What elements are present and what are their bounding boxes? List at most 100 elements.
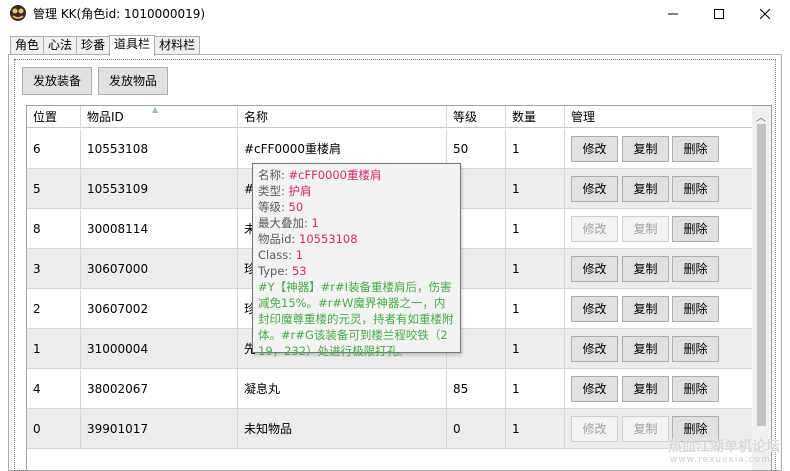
tooltip-line: 类型: 护肩 — [258, 183, 455, 199]
edit-button[interactable]: 修改 — [571, 136, 618, 162]
item-tooltip: 名称: #cFF0000重楼肩 类型: 护肩 等级: 50 最大叠加: 1 物品id: … — [252, 163, 461, 358]
tab-materials[interactable]: 材料栏 — [154, 36, 201, 55]
tooltip-line: 名称: #cFF0000重楼肩 — [258, 167, 455, 183]
tooltip-description: #Y【神器】#r#I装备重楼肩后，伤害减免15%。#r#W魔界神器之一，内封印魔… — [258, 280, 454, 358]
tooltip-value: 50 — [288, 200, 304, 214]
cell-position: 0 — [27, 409, 81, 449]
copy-button[interactable]: 复制 — [622, 256, 669, 282]
delete-button[interactable]: 删除 — [672, 336, 719, 362]
tooltip-label: Class: — [258, 248, 296, 262]
watermark-text: 热血江湖单机论坛 — [668, 439, 780, 455]
column-header-quantity[interactable]: 数量 — [506, 106, 565, 128]
edit-button[interactable]: 修改 — [571, 416, 618, 442]
edit-button[interactable]: 修改 — [571, 336, 618, 362]
tooltip-label: 等级: — [258, 200, 289, 214]
cell-level: 85 — [447, 369, 506, 409]
cell-position: 4 — [27, 369, 81, 409]
cell-position: 6 — [27, 129, 81, 169]
column-header-position[interactable]: 位置 — [27, 106, 81, 128]
tooltip-line: 物品id: 10553108 — [258, 231, 455, 247]
column-header-name[interactable]: 名称 — [238, 106, 447, 128]
cell-name: 未知物品 — [238, 409, 447, 449]
copy-button[interactable]: 复制 — [622, 376, 669, 402]
scroll-up-icon[interactable]: ︿ — [756, 109, 766, 124]
send-item-button[interactable]: 发放物品 — [98, 67, 168, 95]
delete-button[interactable]: 删除 — [672, 256, 719, 282]
table-row[interactable]: 4 38002067 凝息丸 85 1 修改 复制 删除 — [27, 369, 753, 409]
cell-quantity: 1 — [506, 369, 565, 409]
tooltip-line: Type: 53 — [258, 263, 455, 279]
column-header-level[interactable]: 等级 — [447, 106, 506, 128]
maximize-button[interactable] — [696, 0, 742, 27]
send-equipment-button[interactable]: 发放装备 — [22, 67, 92, 95]
table-row[interactable]: 0 39901017 未知物品 0 1 修改 复制 删除 — [27, 409, 753, 449]
cell-item-id: 10553109 — [81, 169, 238, 209]
cell-item-id: 30607002 — [81, 289, 238, 329]
edit-button[interactable]: 修改 — [571, 376, 618, 402]
tooltip-value: 护肩 — [288, 184, 312, 198]
tab-inventory[interactable]: 道具栏 — [109, 35, 156, 56]
tab-treasure[interactable]: 珍番 — [76, 36, 111, 55]
cell-name: 凝息丸 — [238, 369, 447, 409]
tab-character[interactable]: 角色 — [10, 36, 45, 55]
column-header-item-id[interactable]: 物品ID — [81, 106, 238, 128]
tooltip-label: Type: — [258, 264, 292, 278]
vertical-scrollbar[interactable]: ︿ — [752, 106, 771, 470]
watermark-url: www.rexuexia.com — [670, 455, 771, 465]
tooltip-value: 10553108 — [299, 232, 358, 246]
cell-quantity: 1 — [506, 249, 565, 289]
cell-manage: 修改 复制 删除 — [565, 169, 753, 209]
cell-item-id: 39901017 — [81, 409, 238, 449]
cell-quantity: 1 — [506, 329, 565, 369]
sort-ascending-icon: ▲ — [152, 105, 159, 114]
tooltip-line: 最大叠加: 1 — [258, 215, 455, 231]
tooltip-value: #cFF0000重楼肩 — [288, 168, 382, 182]
tab-strip: 角色 心法 珍番 道具栏 材料栏 — [10, 35, 201, 56]
tab-mind-method[interactable]: 心法 — [43, 36, 78, 55]
cell-quantity: 1 — [506, 129, 565, 169]
cell-position: 8 — [27, 209, 81, 249]
edit-button[interactable]: 修改 — [571, 216, 618, 242]
copy-button[interactable]: 复制 — [622, 336, 669, 362]
tooltip-value: 1 — [311, 216, 319, 230]
delete-button[interactable]: 删除 — [672, 136, 719, 162]
cell-item-id: 10553108 — [81, 129, 238, 169]
edit-button[interactable]: 修改 — [571, 176, 618, 202]
cell-item-id: 30008114 — [81, 209, 238, 249]
cell-manage: 修改 复制 删除 — [565, 249, 753, 289]
cell-manage: 修改 复制 删除 — [565, 329, 753, 369]
cell-item-id: 30607000 — [81, 249, 238, 289]
cell-quantity: 1 — [506, 409, 565, 449]
copy-button[interactable]: 复制 — [622, 136, 669, 162]
copy-button[interactable]: 复制 — [622, 296, 669, 322]
cell-quantity: 1 — [506, 289, 565, 329]
tooltip-line: Class: 1 — [258, 247, 455, 263]
tooltip-label: 类型: — [258, 184, 289, 198]
cell-item-id: 38002067 — [81, 369, 238, 409]
cell-quantity: 1 — [506, 169, 565, 209]
cell-quantity: 1 — [506, 209, 565, 249]
minimize-icon — [668, 13, 678, 14]
close-button[interactable] — [742, 0, 788, 27]
delete-button[interactable]: 删除 — [672, 216, 719, 242]
scrollbar-thumb[interactable] — [757, 124, 766, 426]
edit-button[interactable]: 修改 — [571, 296, 618, 322]
copy-button[interactable]: 复制 — [622, 416, 669, 442]
cell-manage: 修改 复制 删除 — [565, 129, 753, 169]
cell-manage: 修改 复制 删除 — [565, 369, 753, 409]
cell-position: 2 — [27, 289, 81, 329]
copy-button[interactable]: 复制 — [622, 216, 669, 242]
tooltip-label: 物品id: — [258, 232, 300, 246]
edit-button[interactable]: 修改 — [571, 256, 618, 282]
tooltip-value: 53 — [291, 264, 307, 278]
delete-button[interactable]: 删除 — [672, 376, 719, 402]
minimize-button[interactable] — [650, 0, 696, 27]
delete-button[interactable]: 删除 — [672, 296, 719, 322]
column-header-manage[interactable]: 管理 — [565, 106, 753, 128]
maximize-icon — [714, 8, 724, 19]
delete-button[interactable]: 删除 — [672, 176, 719, 202]
cell-manage: 修改 复制 删除 — [565, 209, 753, 249]
tooltip-line: 等级: 50 — [258, 199, 455, 215]
copy-button[interactable]: 复制 — [622, 176, 669, 202]
cell-position: 1 — [27, 329, 81, 369]
